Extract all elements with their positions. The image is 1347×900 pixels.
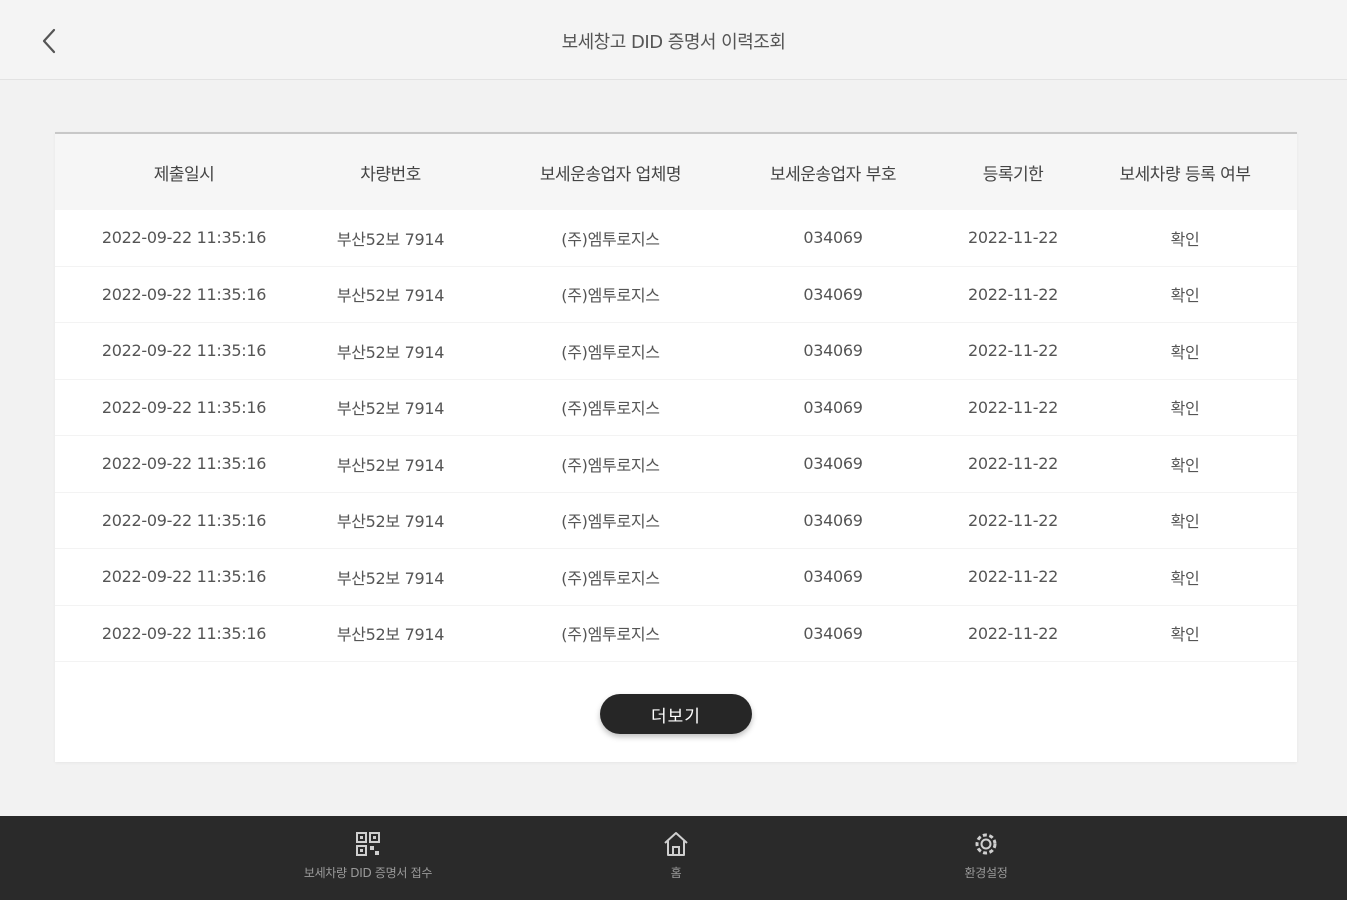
cell-carrier-name: (주)엠투로지스: [561, 399, 660, 419]
load-more-button[interactable]: 더보기: [600, 694, 752, 734]
table-header: 제출일시 차량번호 보세운송업자 업체명 보세운송업자 부호 등록기한 보세차량…: [55, 134, 1297, 210]
cell-carrier-name: (주)엠투로지스: [561, 625, 660, 645]
cell-carrier-name: (주)엠투로지스: [561, 342, 660, 362]
column-header-submitted-at: 제출일시: [153, 164, 215, 185]
nav-label-settings: 환경설정: [964, 866, 1008, 880]
nav-item-home[interactable]: 홈: [566, 816, 786, 900]
cell-expiry: 2022-11-22: [968, 284, 1058, 304]
qr-icon: [354, 830, 382, 858]
cell-submitted-at: 2022-09-22 11:35:16: [101, 397, 267, 417]
column-header-carrier-code: 보세운송업자 부호: [769, 164, 897, 185]
table-row[interactable]: 2022-09-22 11:35:16 부산52보 7914 (주)엠투로지스 034…: [55, 436, 1297, 493]
column-header-registration-status: 보세차량 등록 여부: [1119, 164, 1251, 185]
cell-submitted-at: 2022-09-22 11:35:16: [101, 510, 267, 530]
cell-carrier-code: 034069: [803, 228, 863, 248]
cell-registration-status: 확인: [1170, 455, 1200, 475]
cell-vehicle-number: 부산52보 7914: [336, 229, 445, 249]
cell-submitted-at: 2022-09-22 11:35:16: [101, 341, 267, 361]
nav-label-home: 홈: [670, 866, 682, 880]
cell-carrier-name: (주)엠투로지스: [561, 229, 660, 249]
cell-registration-status: 확인: [1170, 568, 1200, 588]
cell-submitted-at: 2022-09-22 11:35:16: [101, 567, 267, 587]
cell-expiry: 2022-11-22: [968, 341, 1058, 361]
column-header-vehicle-number: 차량번호: [360, 164, 421, 185]
cell-expiry: 2022-11-22: [968, 228, 1058, 248]
cell-expiry: 2022-11-22: [968, 623, 1058, 643]
nav-label-did-submit: 보세차량 DID 증명서 접수: [303, 866, 433, 880]
cell-vehicle-number: 부산52보 7914: [336, 625, 445, 645]
table-row[interactable]: 2022-09-22 11:35:16 부산52보 7914 (주)엠투로지스 034…: [55, 493, 1297, 549]
cell-registration-status: 확인: [1170, 512, 1200, 532]
cell-expiry: 2022-11-22: [968, 510, 1058, 530]
cell-carrier-code: 034069: [803, 341, 863, 361]
cell-expiry: 2022-11-22: [968, 397, 1058, 417]
table-row[interactable]: 2022-09-22 11:35:16 부산52보 7914 (주)엠투로지스 034…: [55, 549, 1297, 606]
settings-icon: [972, 830, 1000, 858]
cell-vehicle-number: 부산52보 7914: [336, 286, 445, 306]
cell-submitted-at: 2022-09-22 11:35:16: [101, 228, 267, 248]
cell-carrier-name: (주)엠투로지스: [561, 568, 660, 588]
cell-vehicle-number: 부산52보 7914: [336, 399, 445, 419]
cell-vehicle-number: 부산52보 7914: [336, 512, 445, 532]
table-row[interactable]: 2022-09-22 11:35:16 부산52보 7914 (주)엠투로지스 034…: [55, 380, 1297, 436]
cell-vehicle-number: 부산52보 7914: [336, 455, 445, 475]
page-title: 보세창고 DID 증명서 이력조회: [561, 32, 786, 53]
table-row[interactable]: 2022-09-22 11:35:16 부산52보 7914 (주)엠투로지스 034…: [55, 210, 1297, 267]
column-header-carrier-name: 보세운송업자 업체명: [539, 164, 682, 185]
nav-item-settings[interactable]: 환경설정: [876, 816, 1096, 900]
cell-vehicle-number: 부산52보 7914: [336, 342, 445, 362]
cell-carrier-code: 034069: [803, 454, 863, 474]
bottom-nav: 보세차량 DID 증명서 접수 홈 환경설정: [0, 816, 1347, 900]
table-body: 2022-09-22 11:35:16 부산52보 7914 (주)엠투로지스 034…: [55, 210, 1297, 662]
nav-item-did-submit[interactable]: 보세차량 DID 증명서 접수: [258, 816, 478, 900]
cell-registration-status: 확인: [1170, 342, 1200, 362]
cell-carrier-name: (주)엠투로지스: [561, 286, 660, 306]
cell-expiry: 2022-11-22: [968, 567, 1058, 587]
cell-carrier-code: 034069: [803, 567, 863, 587]
cell-expiry: 2022-11-22: [968, 454, 1058, 474]
cell-registration-status: 확인: [1170, 229, 1200, 249]
cell-carrier-code: 034069: [803, 510, 863, 530]
cell-carrier-name: (주)엠투로지스: [561, 512, 660, 532]
column-header-expiry: 등록기한: [982, 164, 1044, 185]
cell-registration-status: 확인: [1170, 399, 1200, 419]
cell-vehicle-number: 부산52보 7914: [336, 568, 445, 588]
cell-submitted-at: 2022-09-22 11:35:16: [101, 454, 267, 474]
table-row[interactable]: 2022-09-22 11:35:16 부산52보 7914 (주)엠투로지스 034…: [55, 606, 1297, 662]
app-header: 보세창고 DID 증명서 이력조회: [0, 0, 1347, 80]
table-row[interactable]: 2022-09-22 11:35:16 부산52보 7914 (주)엠투로지스 034…: [55, 267, 1297, 323]
cell-carrier-name: (주)엠투로지스: [561, 455, 660, 475]
table-row[interactable]: 2022-09-22 11:35:16 부산52보 7914 (주)엠투로지스 034…: [55, 323, 1297, 380]
cell-carrier-code: 034069: [803, 623, 863, 643]
cell-registration-status: 확인: [1170, 625, 1200, 645]
cell-registration-status: 확인: [1170, 286, 1200, 306]
history-table-card: 제출일시 차량번호 보세운송업자 업체명 보세운송업자 부호 등록기한 보세차량…: [55, 132, 1297, 762]
cell-carrier-code: 034069: [803, 397, 863, 417]
cell-carrier-code: 034069: [803, 284, 863, 304]
cell-submitted-at: 2022-09-22 11:35:16: [101, 623, 267, 643]
home-icon: [662, 830, 690, 858]
cell-submitted-at: 2022-09-22 11:35:16: [101, 284, 267, 304]
